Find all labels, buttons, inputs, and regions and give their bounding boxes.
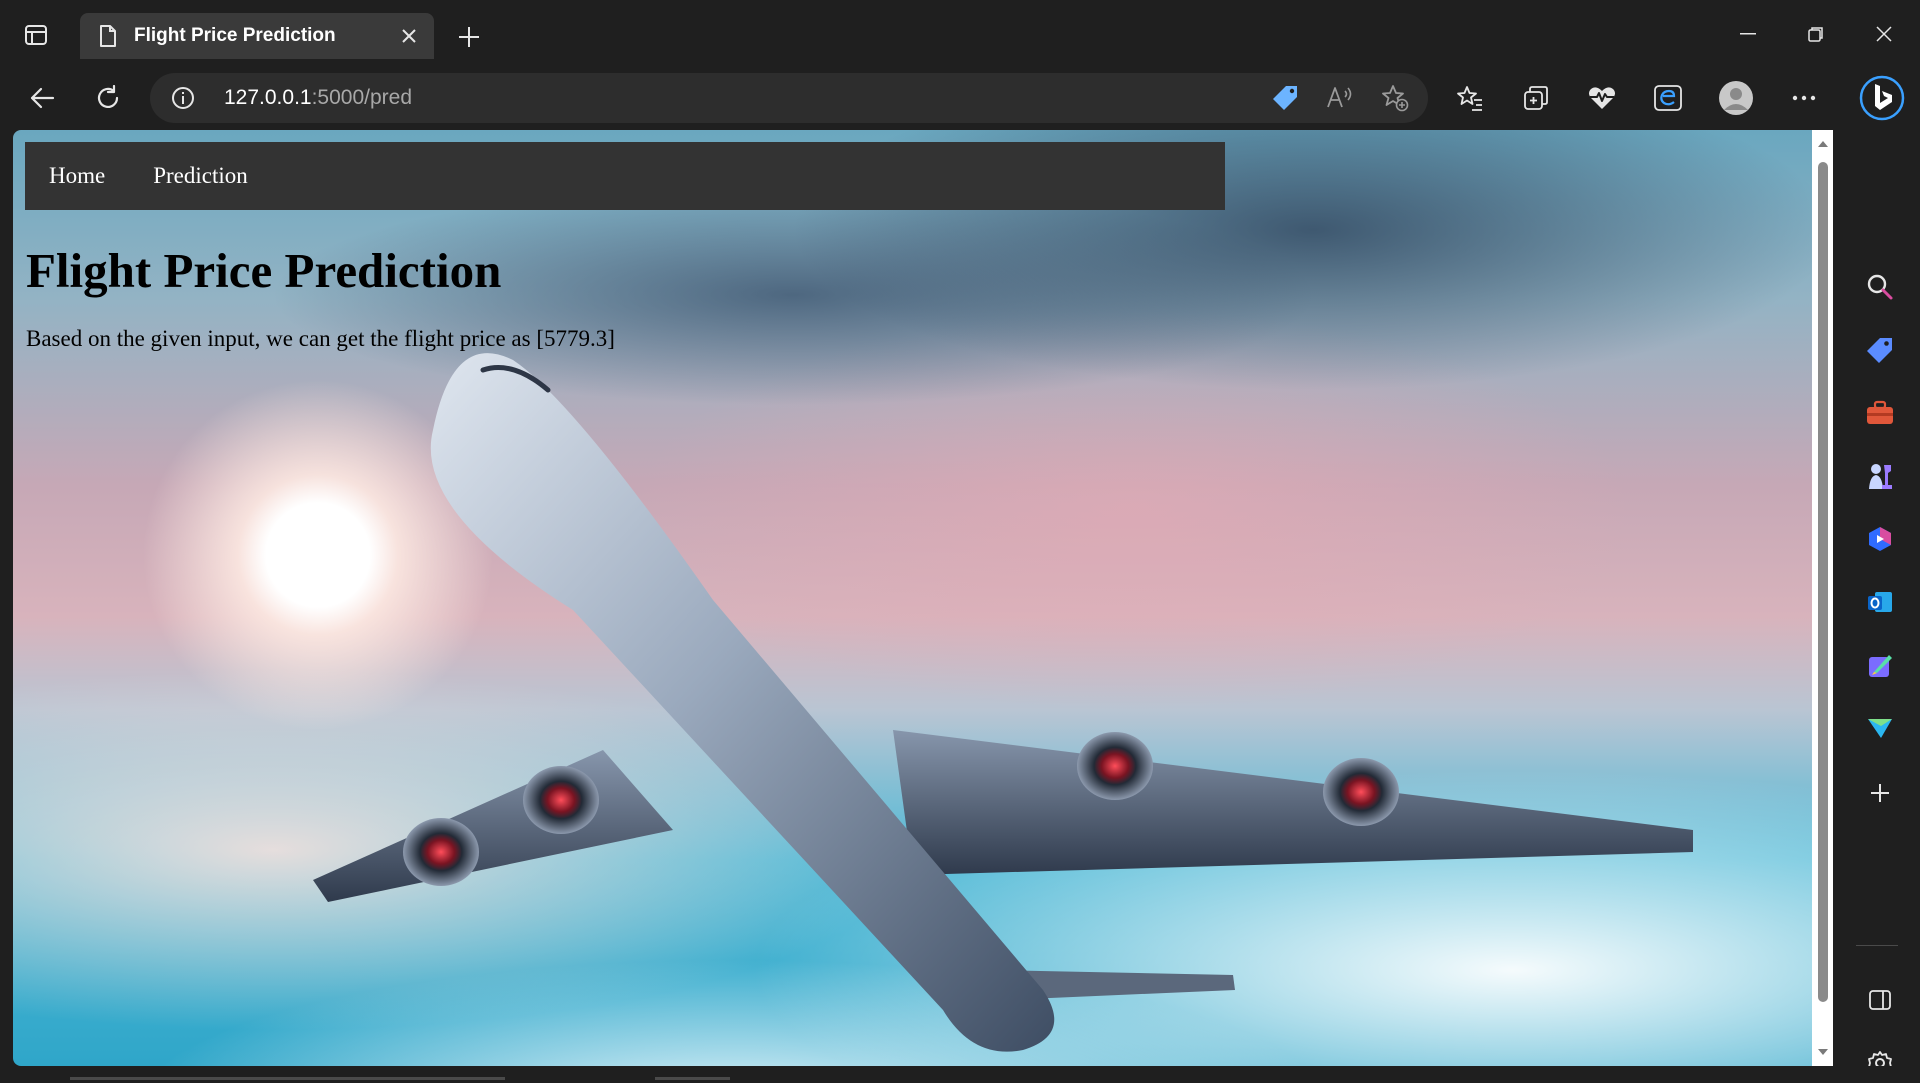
refresh-icon [97, 85, 119, 109]
copilot-icon[interactable] [1860, 519, 1900, 559]
tools-icon[interactable] [1860, 393, 1900, 433]
info-icon[interactable] [170, 85, 196, 111]
read-aloud-icon[interactable] [1325, 83, 1355, 113]
scrollbar-thumb[interactable] [1818, 162, 1828, 1002]
prediction-result-text: Based on the given input, we can get the… [26, 326, 615, 351]
close-icon [1876, 26, 1892, 42]
restore-icon [1808, 27, 1823, 42]
new-tab-button[interactable] [452, 20, 486, 54]
outlook-icon[interactable] [1860, 582, 1900, 622]
back-arrow-icon [30, 87, 55, 109]
drop-send-icon[interactable] [1860, 708, 1900, 748]
bing-copilot-icon[interactable] [1858, 74, 1906, 122]
window-bottom-edge [0, 1066, 1920, 1080]
page-title: Flight Price Prediction [26, 243, 502, 298]
restore-button[interactable] [1796, 16, 1836, 52]
navigation-toolbar: 127.0.0.1:5000/pred [0, 70, 1920, 130]
page-viewport: Home Prediction Flight Price Prediction … [13, 130, 1833, 1066]
nav-link-prediction[interactable]: Prediction [129, 142, 272, 210]
sidebar-divider [1856, 945, 1898, 946]
nav-link-home[interactable]: Home [25, 142, 129, 210]
url-path: :5000/pred [311, 86, 413, 109]
minimize-button[interactable] [1728, 16, 1768, 52]
games-icon[interactable] [1860, 456, 1900, 496]
heartbeat-icon[interactable] [1582, 78, 1622, 118]
favorites-icon[interactable] [1450, 78, 1490, 118]
ellipsis-icon[interactable] [1784, 78, 1824, 118]
tab-bar: Flight Price Prediction [0, 0, 1920, 70]
add-icon[interactable] [1860, 773, 1900, 813]
scroll-down-arrow-icon[interactable] [1816, 1046, 1830, 1058]
scroll-up-arrow-icon[interactable] [1816, 138, 1830, 150]
edge-sidebar [1840, 130, 1920, 1080]
plus-icon [459, 27, 479, 47]
collections-icon[interactable] [1516, 78, 1556, 118]
url-host: 127.0.0.1 [224, 86, 312, 109]
minimize-icon [1740, 33, 1756, 35]
shopping-tag-icon[interactable] [1860, 330, 1900, 370]
refresh-button[interactable] [86, 76, 130, 120]
sidebar-toggle-icon[interactable] [1860, 980, 1900, 1020]
back-button[interactable] [20, 76, 64, 120]
address-bar[interactable]: 127.0.0.1:5000/pred [150, 73, 1428, 123]
page-icon [96, 24, 120, 48]
edge-e-icon[interactable] [1648, 78, 1688, 118]
site-navbar: Home Prediction [25, 142, 1225, 210]
tag-icon[interactable] [1270, 83, 1300, 113]
profile-icon[interactable] [1716, 78, 1756, 118]
designer-icon[interactable] [1860, 645, 1900, 685]
close-tab-icon[interactable] [394, 21, 424, 51]
page-scrollbar[interactable] [1812, 130, 1833, 1066]
search-icon[interactable] [1860, 267, 1900, 307]
star-plus-icon[interactable] [1380, 83, 1410, 113]
close-window-button[interactable] [1864, 16, 1904, 52]
tab-actions-icon[interactable] [18, 20, 54, 50]
url-text[interactable]: 127.0.0.1:5000/pred [224, 86, 412, 110]
tab-title: Flight Price Prediction [134, 25, 336, 46]
browser-tab-active[interactable]: Flight Price Prediction [80, 13, 434, 59]
